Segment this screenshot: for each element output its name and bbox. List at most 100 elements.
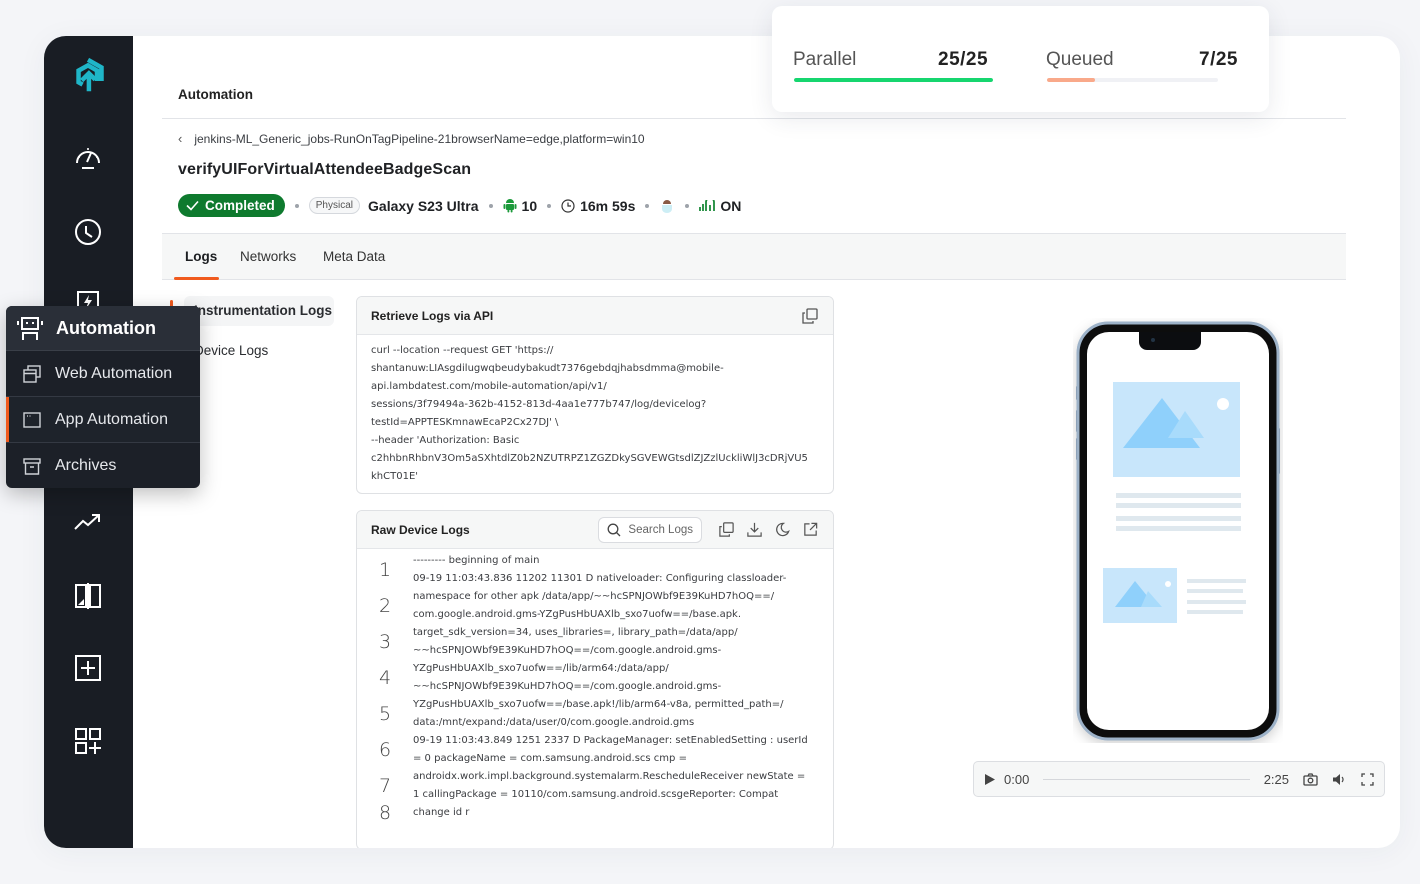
automation-menu: Automation Web Automation App Automation… (6, 306, 200, 488)
log-nav-device[interactable]: Device Logs (194, 343, 268, 358)
network-icon (699, 199, 716, 211)
copy-logs-icon[interactable] (718, 521, 735, 538)
api-code-line: api.lambdatest.com/mobile-automation/api… (371, 381, 607, 392)
dark-mode-icon[interactable] (774, 521, 791, 538)
device-preview (1073, 318, 1283, 743)
video-player: 0:00 2:25 (973, 761, 1385, 797)
api-logs-card: Retrieve Logs via API curl --location --… (356, 296, 834, 494)
log-line-number: 2 (378, 595, 392, 617)
search-logs-input[interactable]: Search Logs (598, 516, 702, 543)
log-entry: 4 YZgPusHbUAXlb_sxo7uofw==/lib/arm64:/dat… (357, 660, 833, 696)
log-entry-text: namespace for other apk /data/app/~~hcSP… (413, 588, 823, 624)
log-text-line: change id r (413, 807, 470, 818)
parallel-progress-fill (794, 78, 993, 82)
build-name-link[interactable]: jenkins-ML_Generic_jobs-RunOnTagPipeline… (194, 132, 644, 146)
app-window-icon (23, 411, 41, 428)
volume-icon[interactable] (1332, 773, 1347, 786)
clock-icon (561, 198, 575, 213)
total-time: 2:25 (1263, 771, 1289, 787)
menu-item-web-automation[interactable]: Web Automation (6, 351, 200, 397)
log-line-number: 8 (378, 802, 392, 824)
log-entry-text: target_sdk_version=34, uses_libraries=, … (413, 624, 823, 660)
fullscreen-icon[interactable] (1361, 772, 1374, 786)
lambdatest-logo-icon[interactable] (70, 57, 106, 94)
separator-dot (488, 203, 493, 208)
integrations-grid-icon[interactable] (70, 723, 106, 759)
log-nav-instrumentation[interactable]: Instrumentation Logs (194, 303, 332, 318)
smartui-compare-icon[interactable] (70, 578, 106, 614)
image-placeholder-large (1113, 382, 1240, 477)
seek-bar[interactable] (1043, 778, 1250, 780)
windows-icon (23, 364, 41, 383)
device-name: Galaxy S23 Ultra (368, 197, 479, 214)
parallel-label: Parallel (793, 49, 857, 70)
chevron-left-icon[interactable]: ‹ (178, 131, 182, 146)
menu-item-app-automation[interactable]: App Automation (6, 397, 200, 443)
log-text-line: YZgPusHbUAXlb_sxo7uofw==/lib/arm64:/data… (413, 663, 669, 674)
android-version-badge (659, 198, 675, 214)
separator-dot (685, 203, 690, 208)
device-type-chip: Physical (308, 197, 361, 214)
main-content: Automation ‹ jenkins-ML_Generic_jobs-Run… (133, 36, 1400, 848)
api-code-line: curl --location --request GET 'https:// (371, 345, 554, 356)
menu-item-label: App Automation (55, 410, 168, 428)
separator-dot (294, 203, 299, 208)
search-icon (607, 523, 621, 536)
tab-logs[interactable]: Logs (185, 249, 217, 264)
api-code-line: khCT01E' (371, 471, 419, 482)
app-window: Automation ‹ jenkins-ML_Generic_jobs-Run… (44, 36, 1400, 848)
log-text-line: = 0 packageName = com.samsung.android.sc… (413, 753, 687, 764)
header-divider (162, 118, 1346, 119)
log-text-line: namespace for other apk /data/app/~~hcSP… (413, 591, 775, 602)
download-icon[interactable] (746, 521, 763, 538)
log-line-number: 7 (378, 775, 392, 797)
history-clock-icon[interactable] (70, 214, 106, 250)
concurrency-stats-card: Parallel 25/25 Queued 7/25 (772, 6, 1269, 112)
log-entry: 6 09-19 11:03:43.849 1251 2337 D PackageM… (357, 732, 833, 768)
log-text-line: ~~hcSPNJOWbf9E39KuHD7hOQ==/com.google.an… (413, 645, 722, 656)
separator-dot (645, 203, 650, 208)
log-entry-text: androidx.work.impl.background.systemalar… (413, 768, 823, 804)
parallel-progress-bar (794, 78, 993, 82)
status-label: Completed (205, 198, 275, 213)
copy-icon[interactable] (801, 307, 819, 325)
log-text-line: 09-19 11:03:43.836 11202 11301 D nativel… (413, 573, 787, 584)
api-card-title: Retrieve Logs via API (371, 308, 494, 323)
log-entry: 1 --------- beginning of main 09-19 11:03:… (357, 552, 833, 588)
test-meta-row: Completed Physical Galaxy S23 Ultra 10 1… (178, 194, 741, 217)
duration: 16m 59s (561, 198, 635, 214)
log-line-number: 3 (378, 631, 392, 653)
active-tab-indicator (174, 277, 219, 280)
menu-item-archives[interactable]: Archives (6, 443, 200, 488)
api-code-line: c2hhbnRhbnV3Om5aSXhtdlZ0b2NZUTRPZ1ZGZDky… (371, 453, 808, 464)
log-text-line: data:/mnt/expand:/data/user/0/com.google… (413, 717, 695, 728)
api-code-line: shantanuw:LIAsgdilugwqbeudybakudt7376geb… (371, 363, 724, 374)
tab-networks[interactable]: Networks (240, 249, 296, 264)
log-entry: 2 namespace for other apk /data/app/~~hcS… (357, 588, 833, 624)
automation-menu-header[interactable]: Automation (6, 306, 200, 351)
log-entry: 7 androidx.work.impl.background.systemala… (357, 768, 833, 804)
log-entry-text: YZgPusHbUAXlb_sxo7uofw==/lib/arm64:/data… (413, 660, 823, 696)
breadcrumb: ‹ jenkins-ML_Generic_jobs-RunOnTagPipeli… (178, 131, 645, 146)
analytics-trend-icon[interactable] (70, 504, 106, 540)
log-entry: 5 YZgPusHbUAXlb_sxo7uofw==/base.apk!/lib/… (357, 696, 833, 732)
open-external-icon[interactable] (802, 521, 819, 538)
log-entry-text: 09-19 11:03:43.849 1251 2337 D PackageMa… (413, 732, 823, 768)
raw-logs-title: Raw Device Logs (371, 522, 470, 537)
log-text-line: YZgPusHbUAXlb_sxo7uofw==/base.apk!/lib/a… (413, 699, 784, 710)
log-text-line: ~~hcSPNJOWbf9E39KuHD7hOQ==/com.google.an… (413, 681, 722, 692)
camera-icon[interactable] (1303, 772, 1318, 786)
tab-meta-data[interactable]: Meta Data (323, 249, 385, 264)
dashboard-gauge-icon[interactable] (70, 140, 106, 176)
android-icon (503, 199, 517, 213)
log-entry: 8 change id r (357, 802, 833, 824)
api-code-line: testId=APPTESKmnawEcaP2Cx27DJ' \ (371, 417, 559, 428)
duration-value: 16m 59s (580, 197, 636, 214)
play-icon[interactable] (984, 773, 996, 786)
add-box-icon[interactable] (70, 650, 106, 686)
log-entry-text: --------- beginning of main 09-19 11:03:4… (413, 552, 823, 588)
test-name: verifyUIForVirtualAttendeeBadgeScan (178, 161, 472, 178)
status-badge: Completed (178, 194, 285, 217)
android-cup-icon (662, 199, 673, 213)
api-card-header: Retrieve Logs via API (357, 297, 833, 335)
